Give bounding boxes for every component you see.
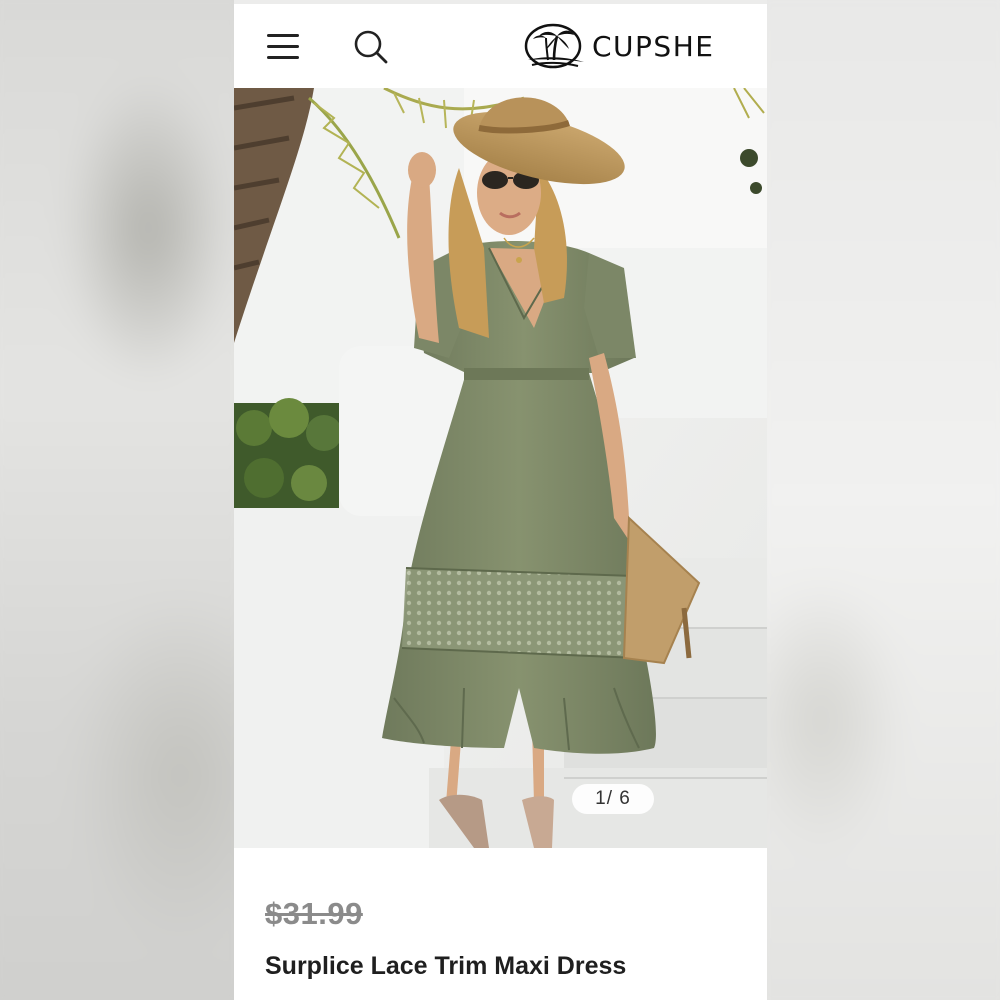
hamburger-menu-icon[interactable] [267,31,301,61]
brand-logo[interactable]: CUPSHE [524,20,714,72]
product-title: Surplice Lace Trim Maxi Dress [265,952,627,980]
product-page: CUPSHE 1/ 6 $31.99 Surplice Lace Trim Ma… [234,4,767,1000]
blurred-background-right [767,0,1000,1000]
palm-tree-logo-icon [524,23,584,69]
product-info: $31.99 Surplice Lace Trim Maxi Dress [234,848,767,1000]
search-icon[interactable] [352,28,390,66]
top-navigation-bar: CUPSHE [234,4,767,88]
image-pager-indicator: 1/ 6 [572,784,654,814]
product-photo [234,88,767,848]
product-image-carousel[interactable]: 1/ 6 [234,88,767,848]
blurred-background-left [0,0,234,1000]
brand-name: CUPSHE [592,29,715,63]
original-price: $31.99 [265,896,363,931]
